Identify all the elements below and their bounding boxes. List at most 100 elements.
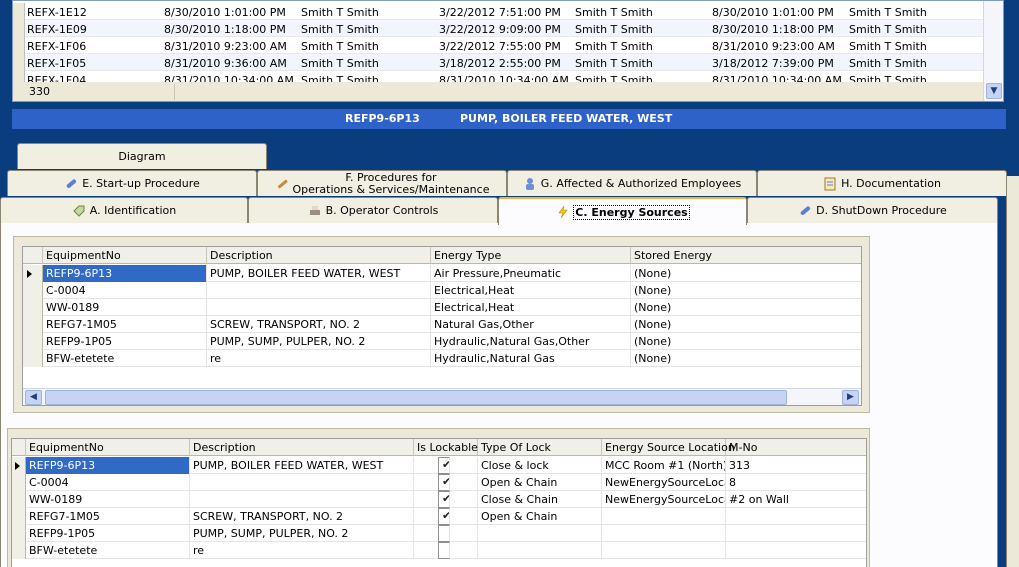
table-cell[interactable]: re <box>207 350 431 367</box>
table-row[interactable]: REFX-1F05 8/31/2010 9:36:00 AM Smith T Smi… <box>13 54 983 71</box>
table-cell[interactable]: Air Pressure,Pneumatic <box>431 265 631 282</box>
column-header[interactable]: Energy Type <box>431 247 631 264</box>
column-header[interactable]: Description <box>190 439 414 456</box>
table-cell[interactable]: (None) <box>631 265 861 282</box>
tab-diagram[interactable]: Diagram <box>17 143 267 169</box>
table-cell[interactable]: 8 <box>726 474 866 491</box>
table-cell[interactable] <box>726 508 866 525</box>
row-header[interactable] <box>23 350 43 367</box>
table-cell[interactable]: REFP9-6P13 <box>26 457 190 474</box>
row-header[interactable] <box>12 457 26 474</box>
table-row[interactable]: REFP9-6P13 PUMP, BOILER FEED WATER, WEST A… <box>23 265 861 282</box>
table-cell[interactable]: 313 <box>726 457 866 474</box>
column-header[interactable]: Type Of Lock <box>478 439 602 456</box>
table-cell[interactable]: re <box>190 542 414 559</box>
table-cell[interactable]: PUMP, BOILER FEED WATER, WEST <box>190 457 414 474</box>
table-cell[interactable] <box>190 491 414 508</box>
table-row[interactable]: BFW-etetete re <box>12 542 866 559</box>
table-cell[interactable] <box>726 542 866 559</box>
table-cell[interactable] <box>602 508 726 525</box>
row-header[interactable] <box>23 265 43 282</box>
tab-procedures-operations[interactable]: F. Procedures for Operations & Services/… <box>257 170 507 196</box>
table-row[interactable]: C-0004 ✔ Open & ChainNewEnergySourceLocati… <box>12 474 866 491</box>
table-row[interactable]: REFX-1F04 8/31/2010 10:34:00 AM Smith T Sm… <box>13 71 983 82</box>
table-cell[interactable] <box>207 299 431 316</box>
table-cell[interactable] <box>602 542 726 559</box>
table-row[interactable]: WW-0189 Electrical,Heat (None) <box>23 299 861 316</box>
table-cell[interactable]: REFP9-6P13 <box>43 265 207 282</box>
table-row[interactable]: REFG7-1M05SCREW, TRANSPORT, NO. 2 ✔ Open &… <box>12 508 866 525</box>
row-selector[interactable] <box>13 54 25 71</box>
tab-affected-employees[interactable]: G. Affected & Authorized Employees <box>507 170 757 196</box>
row-header[interactable] <box>12 542 26 559</box>
table-cell[interactable] <box>478 525 602 542</box>
table-cell[interactable]: Hydraulic,Natural Gas <box>431 350 631 367</box>
table-cell[interactable] <box>478 542 602 559</box>
row-header[interactable] <box>12 491 26 508</box>
row-header[interactable] <box>23 299 43 316</box>
tab-startup-procedure[interactable]: E. Start-up Procedure <box>7 170 257 196</box>
table-cell[interactable]: Natural Gas,Other <box>431 316 631 333</box>
row-header[interactable] <box>23 316 43 333</box>
is-lockable-checkbox[interactable]: ✔ <box>438 457 450 474</box>
table-cell[interactable]: (None) <box>631 350 861 367</box>
table-cell[interactable]: C-0004 <box>43 282 207 299</box>
column-header[interactable]: Is Lockable <box>414 439 478 456</box>
table-cell[interactable]: WW-0189 <box>26 491 190 508</box>
table-cell[interactable] <box>207 282 431 299</box>
table-row[interactable]: C-0004 Electrical,Heat (None) <box>23 282 861 299</box>
energy-type-grid[interactable]: EquipmentNo Description Energy Type Stored … <box>22 246 862 406</box>
table-cell[interactable]: WW-0189 <box>43 299 207 316</box>
table-cell[interactable] <box>602 525 726 542</box>
row-selector[interactable] <box>13 37 25 54</box>
tab-documentation[interactable]: H. Documentation <box>757 170 1007 196</box>
table-cell[interactable]: #2 on Wall <box>726 491 866 508</box>
tab-identification[interactable]: A. Identification <box>0 197 248 223</box>
table-cell[interactable]: PUMP, BOILER FEED WATER, WEST <box>207 265 431 282</box>
records-grid[interactable]: REFX-1E12 8/30/2010 1:01:00 PM Smith T Smi… <box>12 0 1004 102</box>
table-row[interactable]: REFG7-1M05 SCREW, TRANSPORT, NO. 2 Natural… <box>23 316 861 333</box>
table-cell[interactable]: SCREW, TRANSPORT, NO. 2 <box>207 316 431 333</box>
is-lockable-checkbox[interactable]: ✔ <box>438 474 450 491</box>
table-row[interactable]: BFW-etetete re Hydraulic,Natural Gas (None) <box>23 350 861 367</box>
table-row[interactable]: WW-0189 ✔ Close & ChainNewEnergySourceLoca… <box>12 491 866 508</box>
table-cell[interactable]: Open & Chain <box>478 474 602 491</box>
table-row[interactable]: REFP9-6P13PUMP, BOILER FEED WATER, WEST ✔… <box>12 457 866 474</box>
row-selector[interactable] <box>13 20 25 37</box>
table-cell[interactable]: Electrical,Heat <box>431 282 631 299</box>
table-cell[interactable]: Hydraulic,Natural Gas,Other <box>431 333 631 350</box>
table-cell[interactable]: REFP9-1P05 <box>26 525 190 542</box>
row-header[interactable] <box>12 525 26 542</box>
is-lockable-checkbox[interactable]: ✔ <box>438 508 450 525</box>
table-cell[interactable]: NewEnergySourceLocation <box>602 474 726 491</box>
table-cell[interactable] <box>726 525 866 542</box>
table-cell[interactable]: BFW-etetete <box>26 542 190 559</box>
table-cell[interactable] <box>190 474 414 491</box>
tab-operator-controls[interactable]: B. Operator Controls <box>248 197 498 223</box>
scroll-right-icon[interactable]: ▶ <box>842 390 859 405</box>
table-row[interactable]: REFP9-1P05 PUMP, SUMP, PULPER, NO. 2 Hydra… <box>23 333 861 350</box>
row-header[interactable] <box>23 333 43 350</box>
table-cell[interactable]: REFG7-1M05 <box>26 508 190 525</box>
energy-horizontal-scrollbar[interactable]: ◀ ▶ <box>23 388 861 405</box>
is-lockable-checkbox[interactable] <box>438 542 450 559</box>
row-selector[interactable] <box>13 3 25 20</box>
records-vertical-scrollbar[interactable]: ▼ <box>983 1 1003 101</box>
column-header[interactable]: EquipmentNo <box>26 439 190 456</box>
table-cell[interactable]: NewEnergySourceLocation <box>602 491 726 508</box>
tab-shutdown-procedure[interactable]: D. ShutDown Procedure <box>747 197 998 223</box>
table-cell[interactable]: REFG7-1M05 <box>43 316 207 333</box>
table-row[interactable]: REFX-1E09 8/30/2010 1:18:00 PM Smith T Smi… <box>13 20 983 37</box>
row-header[interactable] <box>12 474 26 491</box>
table-cell[interactable]: PUMP, SUMP, PULPER, NO. 2 <box>190 525 414 542</box>
table-row[interactable]: REFP9-1P05 PUMP, SUMP, PULPER, NO. 2 <box>12 525 866 542</box>
column-header[interactable]: Energy Source Location <box>602 439 735 456</box>
row-selector[interactable] <box>13 71 25 82</box>
table-cell[interactable]: (None) <box>631 333 861 350</box>
table-cell[interactable]: Close & Chain <box>478 491 602 508</box>
table-cell[interactable]: MCC Room #1 (North) <box>602 457 726 474</box>
scroll-left-icon[interactable]: ◀ <box>25 390 42 405</box>
table-row[interactable]: REFX-1E12 8/30/2010 1:01:00 PM Smith T Smi… <box>13 3 983 20</box>
scroll-down-icon[interactable]: ▼ <box>986 83 1002 99</box>
tab-energy-sources[interactable]: C. Energy Sources <box>498 197 747 225</box>
